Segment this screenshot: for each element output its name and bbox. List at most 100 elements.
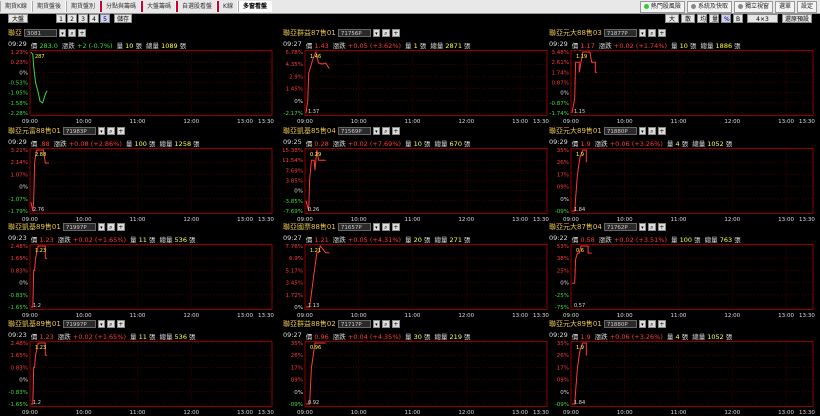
symbol-code-input[interactable]: 71717P	[337, 320, 371, 328]
total-volume-unit: 張	[464, 236, 471, 244]
top-tab-2[interactable]: 期貨盤後	[31, 1, 66, 12]
y-tick-label: 0%	[294, 99, 303, 105]
symbol-code-input[interactable]: 71877P	[603, 29, 637, 37]
top-tab-3[interactable]: 期貨盤別	[65, 1, 100, 12]
panel-header: 聯亞凱基85售04 71569P ▾ ⌕ +	[283, 126, 400, 136]
top-button-2[interactable]: 系統及快取	[686, 0, 732, 13]
add-icon[interactable]: +	[391, 320, 400, 328]
add-icon[interactable]: +	[391, 127, 400, 135]
toolbar-right-button-7[interactable]: 4×3	[747, 14, 778, 23]
top-tab-7[interactable]: K線	[217, 1, 238, 12]
top-tab-6[interactable]: 自選股看盤	[176, 1, 218, 12]
top-tab-5[interactable]: 大盤籌碼	[140, 1, 176, 12]
price-group: 價 0.96	[306, 331, 329, 341]
search-icon[interactable]: ⌕	[647, 29, 656, 37]
chevron-down-icon[interactable]: ▾	[638, 127, 646, 135]
toolbar-right-button-1[interactable]: 大戶	[665, 14, 679, 32]
page-button-4[interactable]: 4	[89, 14, 99, 23]
total-volume-unit: 張	[189, 236, 196, 244]
volume-label: 量	[130, 333, 137, 341]
symbol-code-input[interactable]: 71657P	[337, 223, 371, 231]
top-tab-1[interactable]: 期貨K線	[0, 1, 32, 12]
top-button-5[interactable]: 設定	[796, 0, 817, 13]
search-icon[interactable]: ⌕	[381, 127, 390, 135]
search-icon[interactable]: ⌕	[381, 223, 390, 231]
top-tab-8[interactable]: 多窗看盤	[237, 1, 272, 12]
search-icon[interactable]: ⌕	[647, 127, 656, 135]
save-button[interactable]: 儲存	[114, 14, 132, 23]
add-icon[interactable]: +	[657, 320, 666, 328]
add-icon[interactable]: +	[657, 223, 666, 231]
top-button-1[interactable]: 熱門股風險	[639, 0, 685, 13]
top-button-4[interactable]: 選單	[774, 0, 795, 13]
search-icon[interactable]: ⌕	[381, 29, 390, 37]
chevron-down-icon[interactable]: ▾	[372, 29, 380, 37]
search-icon[interactable]: ⌕	[647, 223, 656, 231]
chevron-down-icon[interactable]: ▾	[372, 320, 380, 328]
add-icon[interactable]: +	[116, 320, 125, 328]
toolbar-right-button-8[interactable]: 還原預設	[782, 14, 812, 23]
symbol-code-input[interactable]: 71997P	[62, 320, 96, 328]
chevron-down-icon[interactable]: ▾	[97, 320, 105, 328]
toolbar-right-button-4[interactable]: 量	[709, 14, 719, 23]
page-button-2[interactable]: 2	[67, 14, 77, 23]
total-volume-unit: 張	[464, 333, 471, 341]
volume-label: 量	[666, 333, 674, 341]
y-tick-label: 7.69%	[286, 168, 303, 174]
low-price-label: 1.37	[308, 109, 319, 115]
top-tab-4[interactable]: 分點與籌碼	[99, 1, 141, 12]
chevron-down-icon[interactable]: ▾	[372, 127, 380, 135]
chevron-down-icon[interactable]: ▾	[638, 223, 646, 231]
x-tick-label: 13:00	[512, 410, 528, 416]
search-icon[interactable]: ⌕	[647, 320, 656, 328]
symbol-code-input[interactable]: 71880P	[603, 320, 637, 328]
symbol-code-input[interactable]: 3081	[24, 29, 57, 37]
symbol-code-input[interactable]: 71756P	[337, 29, 371, 37]
page-button-1[interactable]: 1	[56, 14, 66, 23]
add-icon[interactable]: +	[657, 127, 666, 135]
volume-value: 10	[413, 140, 422, 148]
change-value: +0.02 (+7.69%)	[347, 140, 402, 148]
search-icon[interactable]: ⌕	[68, 29, 76, 37]
top-button-3[interactable]: 獨立視窗	[733, 0, 773, 13]
x-tick-label: 13:30	[258, 119, 274, 125]
symbol-code-input[interactable]: 71983P	[62, 127, 96, 135]
price-group: 價 1.23	[31, 234, 54, 244]
toolbar-right-button-5[interactable]: %	[721, 14, 731, 23]
search-icon[interactable]: ⌕	[106, 223, 115, 231]
change-group: 漲跌 +0.08 (+2.86%)	[54, 138, 122, 148]
add-icon[interactable]: +	[657, 29, 666, 37]
add-icon[interactable]: +	[116, 127, 125, 135]
y-tick-label: 1.45%	[286, 87, 303, 93]
chevron-down-icon[interactable]: ▾	[638, 320, 646, 328]
toolbar-right-button-2[interactable]: 散戶	[681, 14, 695, 32]
y-tick-label: -7.69%	[284, 209, 303, 215]
chevron-down-icon[interactable]: ▾	[638, 29, 646, 37]
toolbar-right-button-3[interactable]: 均	[697, 14, 707, 23]
add-icon[interactable]: +	[391, 29, 400, 37]
total-volume-value: 763	[719, 236, 733, 244]
total-volume-label: 總量	[159, 236, 173, 244]
add-icon[interactable]: +	[78, 29, 86, 37]
market-button[interactable]: 大盤	[8, 14, 28, 23]
search-icon[interactable]: ⌕	[106, 320, 115, 328]
total-volume-unit: 張	[734, 42, 741, 50]
volume-value: 10	[679, 42, 688, 50]
add-icon[interactable]: +	[391, 223, 400, 231]
add-icon[interactable]: +	[116, 223, 125, 231]
page-button-5[interactable]: 5	[100, 14, 110, 23]
page-button-3[interactable]: 3	[78, 14, 88, 23]
symbol-code-input[interactable]: 71569P	[337, 127, 371, 135]
total-volume-group: 總量 271 張	[434, 234, 471, 244]
chevron-down-icon[interactable]: ▾	[97, 223, 105, 231]
search-icon[interactable]: ⌕	[106, 127, 115, 135]
chart-frame	[29, 50, 273, 116]
symbol-code-input[interactable]: 71880P	[603, 127, 637, 135]
symbol-code-input[interactable]: 71762P	[603, 223, 637, 231]
search-icon[interactable]: ⌕	[381, 320, 390, 328]
chevron-down-icon[interactable]: ▾	[97, 127, 105, 135]
chevron-down-icon[interactable]: ▾	[59, 29, 66, 37]
symbol-code-input[interactable]: 71997P	[62, 223, 96, 231]
chevron-down-icon[interactable]: ▾	[372, 223, 380, 231]
toolbar-right-button-6[interactable]: B	[733, 14, 743, 23]
